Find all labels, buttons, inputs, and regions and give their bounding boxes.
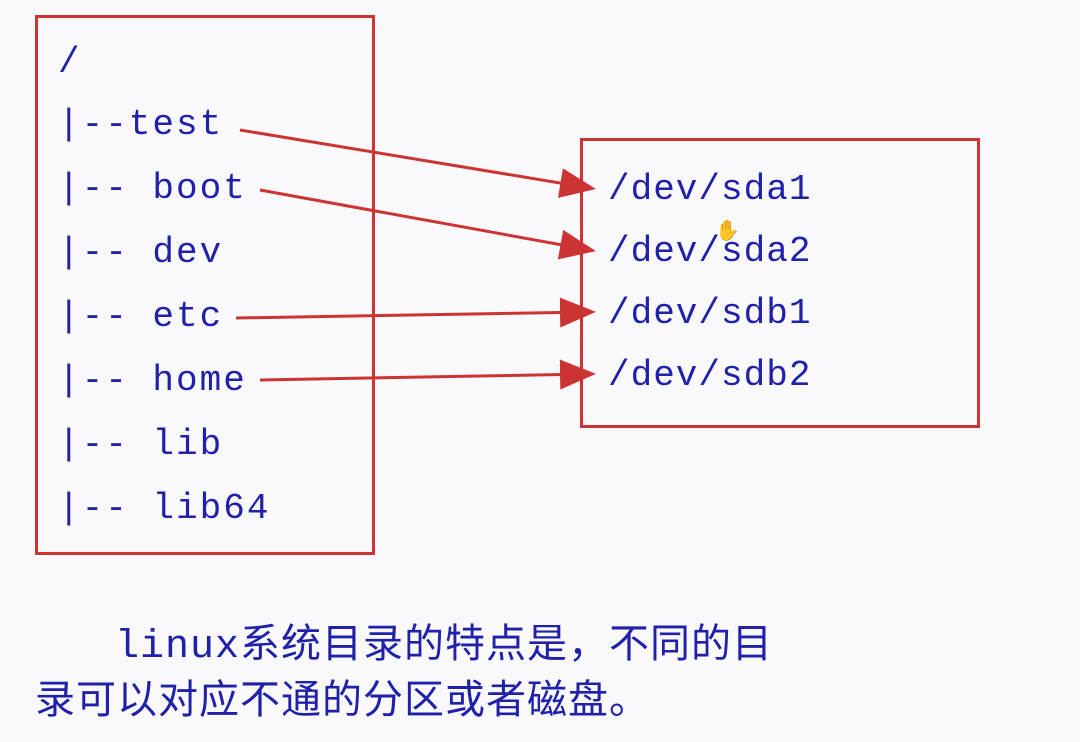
tree-item-test: |--test	[58, 93, 352, 157]
device-item-sda1: /dev/sda1	[608, 159, 952, 221]
directory-tree-box: / |--test |-- boot |-- dev |-- etc |-- h…	[35, 15, 375, 555]
tree-item-lib: |-- lib	[58, 413, 352, 477]
device-item-sdb2: /dev/sdb2	[608, 345, 952, 407]
tree-item-dev: |-- dev	[58, 221, 352, 285]
tree-item-boot: |-- boot	[58, 157, 352, 221]
tree-item-lib64: |-- lib64	[58, 477, 352, 541]
tree-item-etc: |-- etc	[58, 285, 352, 349]
device-item-sda2: /dev/sda2	[608, 221, 952, 283]
device-item-sdb1: /dev/sdb1	[608, 283, 952, 345]
tree-item-home: |-- home	[58, 349, 352, 413]
tree-root: /	[58, 33, 352, 93]
caption-line2: 录可以对应不通的分区或者磁盘。	[35, 681, 650, 726]
caption-line1-prefix: linux	[115, 625, 240, 670]
grab-cursor-icon: ✋	[715, 218, 740, 244]
device-list-box: /dev/sda1 /dev/sda2 /dev/sdb1 /dev/sdb2	[580, 138, 980, 428]
caption-line1-rest: 系统目录的特点是，不同的目	[240, 625, 773, 670]
caption-text: linux系统目录的特点是，不同的目 录可以对应不通的分区或者磁盘。	[35, 620, 1015, 732]
